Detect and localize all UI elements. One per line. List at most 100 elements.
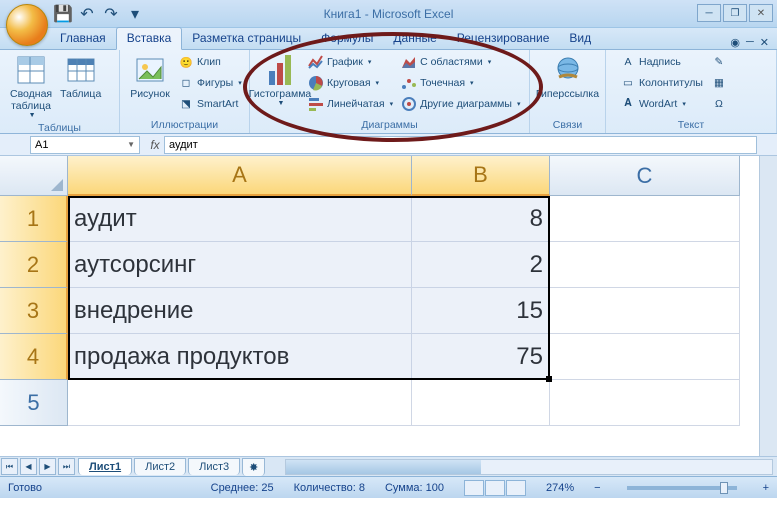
restore-button[interactable]: ❐ — [723, 4, 747, 22]
scatter-chart-icon — [401, 75, 417, 91]
cell-B2[interactable]: 2 — [412, 242, 550, 288]
group-label-tables: Таблицы — [6, 121, 113, 136]
pie-chart-button[interactable]: Круговая▾ — [306, 74, 395, 92]
vertical-scrollbar[interactable] — [759, 156, 777, 456]
sheet-nav-prev[interactable]: ◀ — [20, 458, 37, 475]
scatter-chart-button[interactable]: Точечная▾ — [399, 74, 522, 92]
bar-chart-button[interactable]: Линейчатая▾ — [306, 95, 395, 113]
worksheet-grid[interactable]: ABC 12345 аудит8аутсорсинг2внедрение15пр… — [0, 156, 777, 456]
row-header-4[interactable]: 4 — [0, 334, 68, 380]
hyperlink-icon — [552, 54, 584, 86]
sym-button[interactable]: Ω — [709, 95, 729, 113]
sheet-tab-2[interactable]: Лист3 — [188, 458, 240, 475]
redo-icon[interactable]: ↷ — [102, 5, 120, 23]
cell-C5[interactable] — [550, 380, 740, 426]
group-label-ill: Иллюстрации — [126, 118, 243, 133]
cell-A1[interactable]: аудит — [68, 196, 412, 242]
textbox-button[interactable]: AНадпись — [618, 53, 705, 71]
ribbon-tab-6[interactable]: Вид — [559, 28, 601, 49]
view-normal[interactable] — [464, 480, 484, 496]
column-header-A[interactable]: A — [68, 156, 412, 196]
row-header-5[interactable]: 5 — [0, 380, 68, 426]
new-sheet-button[interactable]: ✸ — [242, 458, 265, 476]
cell-B4[interactable]: 75 — [412, 334, 550, 380]
cell-C1[interactable] — [550, 196, 740, 242]
line-chart-button[interactable]: График▾ — [306, 53, 395, 71]
cell-A3[interactable]: внедрение — [68, 288, 412, 334]
cell-B5[interactable] — [412, 380, 550, 426]
cell-A4[interactable]: продажа продуктов — [68, 334, 412, 380]
group-label-text: Текст — [612, 118, 770, 133]
ribbon-tab-3[interactable]: Формулы — [311, 28, 383, 49]
shapes-button[interactable]: ◻Фигуры▾ — [176, 74, 244, 92]
table-button[interactable]: Таблица — [56, 52, 105, 102]
clip-button[interactable]: 🙂Клип — [176, 53, 244, 71]
formula-input[interactable]: аудит — [164, 136, 757, 154]
undo-icon[interactable]: ↶ — [78, 5, 96, 23]
headerfooter-button[interactable]: ▭Колонтитулы — [618, 74, 705, 92]
help-icon[interactable]: ◉ — [730, 36, 740, 49]
status-ready: Готово — [8, 482, 42, 494]
other-chart-button[interactable]: Другие диаграммы▾ — [399, 95, 522, 113]
column-chart-button[interactable]: Гистограмма▼ — [256, 52, 304, 109]
ribbon-tab-5[interactable]: Рецензирование — [447, 28, 560, 49]
select-all-corner[interactable] — [0, 156, 68, 196]
smartart-button[interactable]: ⬔SmartArt — [176, 95, 244, 113]
ribbon-tab-1[interactable]: Вставка — [116, 27, 183, 50]
textbox-icon: A — [620, 54, 636, 70]
zoom-level[interactable]: 274% — [546, 482, 574, 494]
cell-C3[interactable] — [550, 288, 740, 334]
hyperlink-button[interactable]: Гиперссылка — [536, 52, 599, 102]
ribbon-tab-2[interactable]: Разметка страницы — [182, 28, 311, 49]
name-box[interactable]: A1▼ — [30, 136, 140, 154]
save-icon[interactable]: 💾 — [54, 5, 72, 23]
area-chart-button[interactable]: С областями▾ — [399, 53, 522, 71]
column-header-C[interactable]: C — [550, 156, 740, 196]
ribbon-close-icon[interactable]: ✕ — [760, 36, 769, 49]
view-pagelayout[interactable] — [485, 480, 505, 496]
picture-button[interactable]: Рисунок — [126, 52, 174, 102]
cell-C4[interactable] — [550, 334, 740, 380]
cell-A5[interactable] — [68, 380, 412, 426]
minimize-button[interactable]: ─ — [697, 4, 721, 22]
row-header-3[interactable]: 3 — [0, 288, 68, 334]
ribbon-tab-0[interactable]: Главная — [50, 28, 116, 49]
area-chart-icon — [401, 54, 417, 70]
group-label-links: Связи — [536, 118, 599, 133]
cell-B1[interactable]: 8 — [412, 196, 550, 242]
sig-button[interactable]: ✎ — [709, 53, 729, 71]
close-button[interactable]: ✕ — [749, 4, 773, 22]
column-header-B[interactable]: B — [412, 156, 550, 196]
column-chart-icon — [264, 54, 296, 86]
sheet-nav-next[interactable]: ▶ — [39, 458, 56, 475]
obj-button[interactable]: ▦ — [709, 74, 729, 92]
sheet-tab-0[interactable]: Лист1 — [78, 458, 132, 475]
wordart-icon: 𝐀 — [620, 96, 636, 112]
horizontal-scrollbar[interactable] — [285, 459, 773, 475]
row-header-2[interactable]: 2 — [0, 242, 68, 288]
ribbon-tab-4[interactable]: Данные — [383, 28, 446, 49]
status-count: Количество: 8 — [294, 482, 365, 494]
row-header-1[interactable]: 1 — [0, 196, 68, 242]
object-icon: ▦ — [711, 75, 727, 91]
wordart-button[interactable]: 𝐀WordArt▾ — [618, 95, 705, 113]
office-button[interactable] — [6, 4, 48, 46]
other-charts-icon — [401, 96, 417, 112]
group-label-charts: Диаграммы — [256, 118, 523, 133]
zoom-in[interactable]: + — [763, 482, 769, 494]
cell-C2[interactable] — [550, 242, 740, 288]
ribbon-minimize-icon[interactable]: ─ — [746, 36, 754, 49]
pivot-table-button[interactable]: Сводная таблица▼ — [6, 52, 56, 121]
sheet-nav-last[interactable]: ⏭ — [58, 458, 75, 475]
zoom-slider[interactable] — [627, 486, 737, 490]
window-title: Книга1 - Microsoft Excel — [324, 7, 454, 21]
zoom-out[interactable]: − — [594, 482, 600, 494]
table-icon — [65, 54, 97, 86]
qat-customize-icon[interactable]: ▾ — [126, 5, 144, 23]
fx-icon[interactable]: fx — [146, 138, 164, 152]
view-pagebreak[interactable] — [506, 480, 526, 496]
cell-B3[interactable]: 15 — [412, 288, 550, 334]
cell-A2[interactable]: аутсорсинг — [68, 242, 412, 288]
sheet-nav-first[interactable]: ⏮ — [1, 458, 18, 475]
sheet-tab-1[interactable]: Лист2 — [134, 458, 186, 475]
